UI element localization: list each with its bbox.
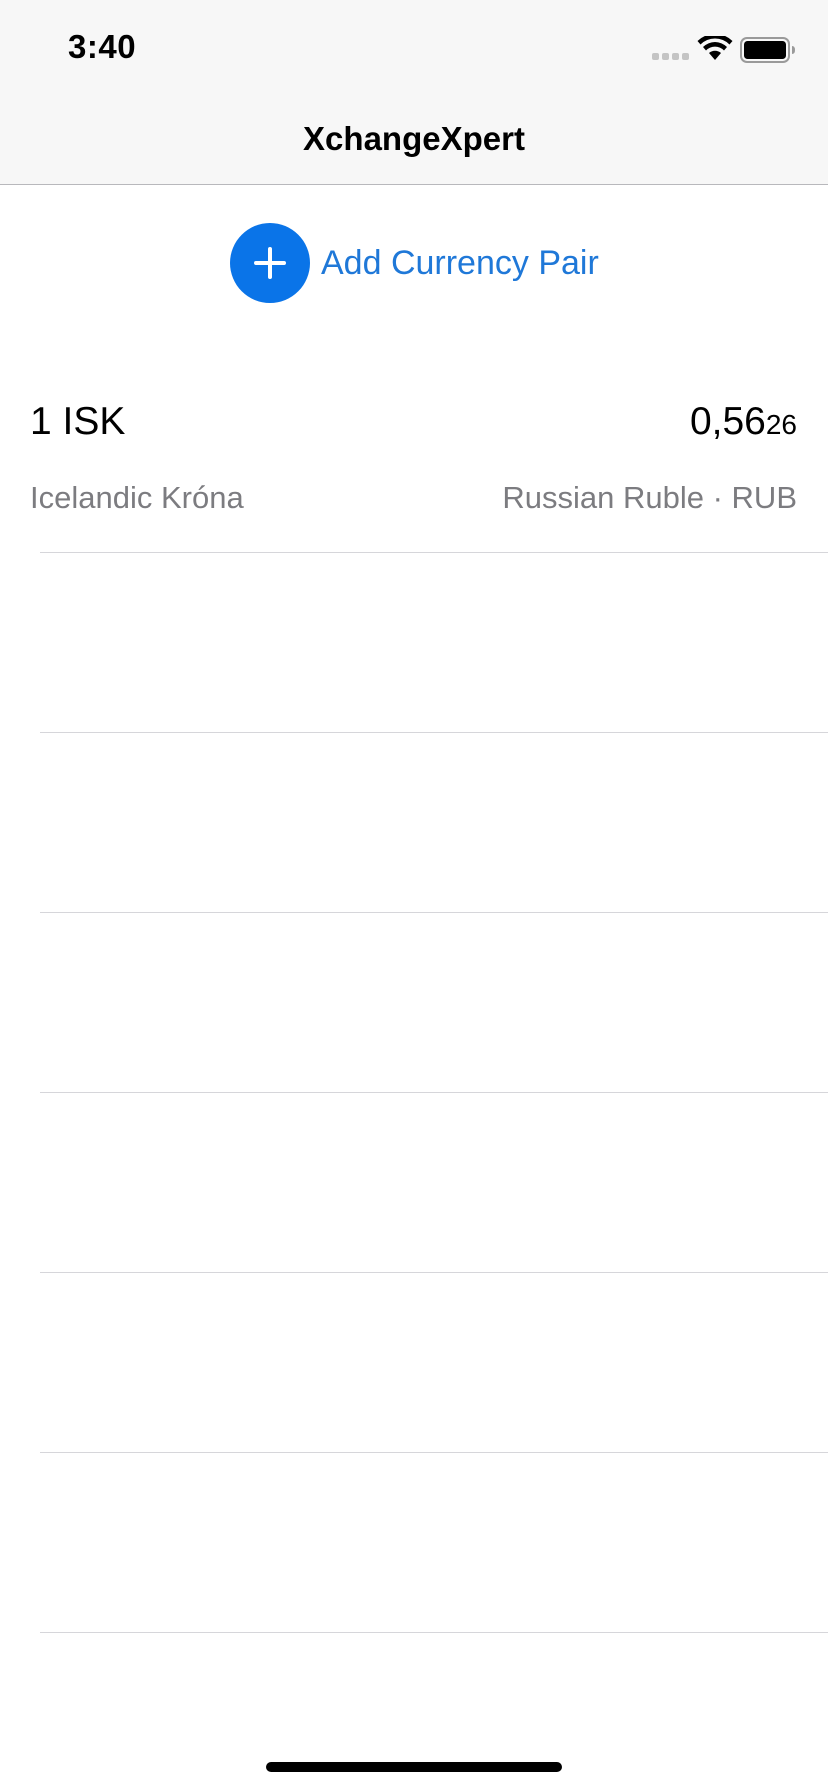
- navigation-bar: XchangeXpert: [0, 96, 828, 185]
- battery-icon: [740, 37, 795, 63]
- signal-icon: [652, 53, 689, 60]
- row-separator: [40, 1452, 828, 1453]
- row-separator: [40, 552, 828, 553]
- exchange-rate-extra-digits: 26: [765, 409, 797, 440]
- add-currency-pair-button[interactable]: Add Currency Pair: [230, 223, 599, 303]
- page-title: XchangeXpert: [303, 120, 525, 157]
- add-currency-pair-label[interactable]: Add Currency Pair: [321, 244, 599, 283]
- row-separator: [40, 1632, 828, 1633]
- status-time: 3:40: [68, 28, 137, 65]
- base-amount: 1 ISK: [30, 400, 126, 443]
- base-currency-name: Icelandic Króna: [30, 480, 244, 515]
- exchange-rate: 0,5626: [690, 400, 797, 444]
- home-indicator[interactable]: [266, 1762, 562, 1772]
- currency-pair-row[interactable]: 1 ISK 0,5626 Icelandic Króna Russian Rub…: [0, 380, 828, 552]
- row-separator: [40, 912, 828, 913]
- quote-currency-label: Russian Ruble · RUB: [502, 480, 797, 515]
- exchange-rate-main: 0,56: [689, 400, 766, 443]
- plus-icon[interactable]: [230, 223, 310, 303]
- row-separator: [40, 1272, 828, 1273]
- status-bar: 3:40: [0, 0, 828, 96]
- wifi-icon: [697, 36, 733, 60]
- row-separator: [40, 1092, 828, 1093]
- row-separator: [40, 732, 828, 733]
